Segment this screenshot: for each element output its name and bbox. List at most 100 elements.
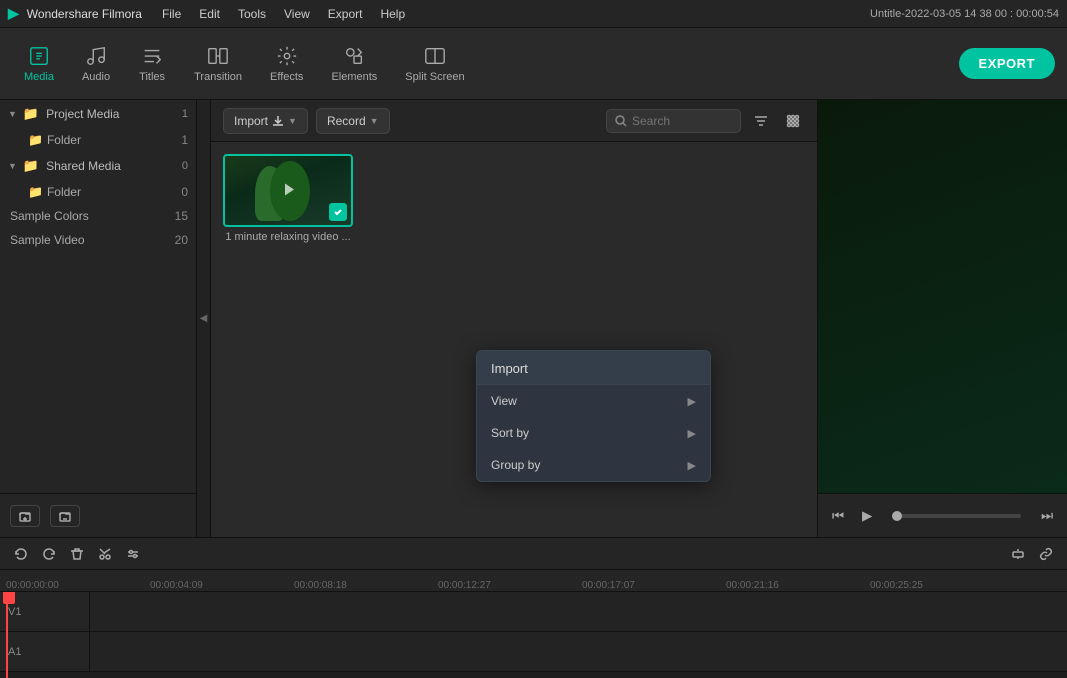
- preview-panel: ⏮ ▶ ⏭: [817, 100, 1067, 537]
- timeline-cursor[interactable]: [6, 592, 8, 678]
- tool-transition[interactable]: Transition: [182, 39, 254, 89]
- tool-effects-label: Effects: [270, 71, 303, 83]
- timeline-area: 00:00:00:00 00:00:04:09 00:00:08:18 00:0…: [0, 537, 1067, 677]
- tool-audio[interactable]: Audio: [70, 39, 122, 89]
- sidebar-project-media-folder-count: 1: [181, 133, 188, 147]
- ruler-mark-1: 00:00:04:09: [150, 580, 203, 591]
- preview-progress-bar[interactable]: [892, 514, 1021, 518]
- chevron-right-icon: ▶: [688, 395, 696, 408]
- context-menu-header: Import: [477, 351, 710, 385]
- sidebar-shared-media-folder-label: Folder: [47, 185, 81, 199]
- ruler-mark-5: 00:00:21:16: [726, 580, 779, 591]
- menu-view[interactable]: View: [276, 5, 318, 23]
- menu-edit[interactable]: Edit: [191, 5, 228, 23]
- context-menu-sort-label: Sort by: [491, 426, 529, 440]
- timeline-toolbar: [0, 538, 1067, 570]
- tool-elements-label: Elements: [331, 71, 377, 83]
- tool-effects[interactable]: Effects: [258, 39, 315, 89]
- tool-titles[interactable]: Titles: [126, 39, 178, 89]
- timeline-ruler[interactable]: 00:00:00:00 00:00:04:09 00:00:08:18 00:0…: [0, 570, 1067, 592]
- remove-folder-button[interactable]: [50, 505, 80, 527]
- app-logo-icon: ▶: [8, 5, 19, 22]
- undo-button[interactable]: [10, 543, 32, 565]
- chevron-down-icon: ▼: [8, 109, 17, 119]
- skip-forward-button[interactable]: ⏭: [1037, 504, 1057, 528]
- context-menu-group-label: Group by: [491, 458, 540, 472]
- sidebar-shared-media-label: Shared Media: [46, 159, 121, 173]
- chevron-left-icon: ◀: [200, 313, 208, 324]
- sidebar-sample-video-label: Sample Video: [10, 233, 175, 247]
- context-menu-sort-by[interactable]: Sort by ▶: [477, 417, 710, 449]
- folder-icon: 📁: [28, 133, 43, 147]
- sidebar-sample-colors-count: 15: [175, 209, 188, 223]
- folder-icon: 📁: [28, 185, 43, 199]
- sidebar-project-media-count: 1: [182, 108, 188, 120]
- menu-file[interactable]: File: [154, 5, 189, 23]
- file-name: Untitle-2022-03-05 14 38 00 : 00:00:54: [870, 8, 1059, 20]
- settings-button[interactable]: [122, 543, 144, 565]
- search-input[interactable]: [632, 114, 732, 128]
- sidebar-shared-media-count: 0: [182, 160, 188, 172]
- tool-titles-label: Titles: [139, 71, 165, 83]
- tool-split-screen[interactable]: Split Screen: [393, 39, 476, 89]
- cursor-head: [3, 592, 15, 604]
- menu-tools[interactable]: Tools: [230, 5, 274, 23]
- play-overlay-icon: [278, 179, 298, 202]
- view-options-button[interactable]: [781, 109, 805, 133]
- app-name: Wondershare Filmora: [27, 7, 142, 21]
- track-audio-label: A1: [8, 646, 21, 658]
- sidebar-project-media-label: Project Media: [46, 107, 119, 121]
- context-menu: Import View ▶ Sort by ▶ Group by ▶: [476, 350, 711, 482]
- skip-back-button[interactable]: ⏮: [828, 504, 848, 528]
- menu-help[interactable]: Help: [372, 5, 413, 23]
- folder-icon: 📁: [23, 106, 39, 122]
- ruler-mark-4: 00:00:17:07: [582, 580, 635, 591]
- chevron-right-icon: ▶: [688, 459, 696, 472]
- folder-icon: 📁: [23, 158, 39, 174]
- import-button[interactable]: Import ▼: [223, 108, 308, 134]
- sidebar-shared-media-header[interactable]: ▼ 📁 Shared Media 0: [0, 152, 196, 180]
- media-thumb-image-0: [223, 154, 353, 227]
- chevron-right-icon: ▶: [688, 427, 696, 440]
- sidebar-shared-media-folder[interactable]: 📁 Folder 0: [0, 180, 196, 204]
- timeline-track-video: V1: [0, 592, 1067, 632]
- menu-export[interactable]: Export: [320, 5, 371, 23]
- add-track-button[interactable]: [1007, 543, 1029, 565]
- chevron-down-icon: ▼: [8, 161, 17, 171]
- record-button[interactable]: Record ▼: [316, 108, 390, 134]
- export-button[interactable]: EXPORT: [959, 48, 1055, 79]
- play-button[interactable]: ▶: [858, 504, 876, 528]
- import-arrow-icon: ▼: [288, 116, 297, 126]
- record-arrow-icon: ▼: [370, 116, 379, 126]
- timeline-track-audio: A1: [0, 632, 1067, 672]
- timeline-tracks: V1 A1: [0, 592, 1067, 678]
- tool-elements[interactable]: Elements: [319, 39, 389, 89]
- add-folder-button[interactable]: [10, 505, 40, 527]
- track-video-label: V1: [8, 606, 21, 618]
- cut-button[interactable]: [94, 543, 116, 565]
- sidebar-project-media-header[interactable]: ▼ 📁 Project Media 1: [0, 100, 196, 128]
- sidebar-collapse-handle[interactable]: ◀: [197, 100, 211, 537]
- link-button[interactable]: [1035, 543, 1057, 565]
- search-icon: [615, 115, 627, 127]
- sidebar-sample-colors-label: Sample Colors: [10, 209, 175, 223]
- delete-button[interactable]: [66, 543, 88, 565]
- ruler-mark-3: 00:00:12:27: [438, 580, 491, 591]
- redo-button[interactable]: [38, 543, 60, 565]
- menu-bar: File Edit Tools View Export Help: [154, 5, 413, 23]
- import-label: Import: [234, 114, 268, 128]
- sidebar-sample-video[interactable]: Sample Video 20: [0, 228, 196, 252]
- media-toolbar: Import ▼ Record ▼: [211, 100, 817, 142]
- ruler-mark-2: 00:00:08:18: [294, 580, 347, 591]
- context-menu-group-by[interactable]: Group by ▶: [477, 449, 710, 481]
- media-item-0[interactable]: 1 minute relaxing video ...: [223, 154, 353, 243]
- record-label: Record: [327, 114, 366, 128]
- sidebar-sample-colors[interactable]: Sample Colors 15: [0, 204, 196, 228]
- context-menu-view[interactable]: View ▶: [477, 385, 710, 417]
- sidebar-project-media-folder[interactable]: 📁 Folder 1: [0, 128, 196, 152]
- toolbar: Media Audio Titles Transition Effects El…: [0, 28, 1067, 100]
- tool-media[interactable]: Media: [12, 39, 66, 89]
- sidebar-project-media-folder-label: Folder: [47, 133, 81, 147]
- filter-button[interactable]: [749, 109, 773, 133]
- ruler-mark-6: 00:00:25:25: [870, 580, 923, 591]
